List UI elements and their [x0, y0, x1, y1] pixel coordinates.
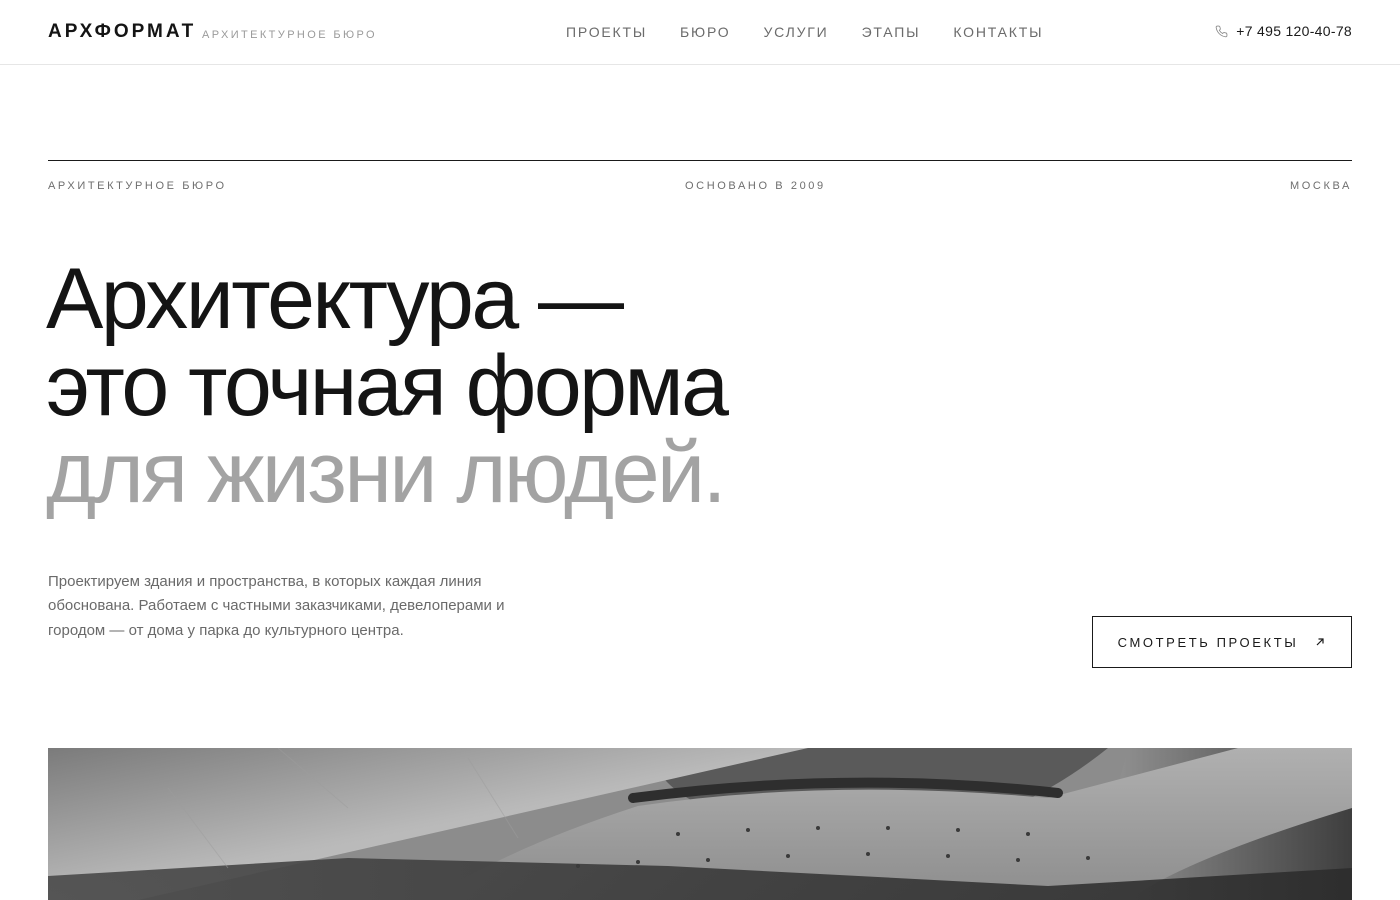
nav-item-projects[interactable]: ПРОЕКТЫ — [566, 24, 647, 40]
nav-item-stages[interactable]: ЭТАПЫ — [862, 24, 921, 40]
phone-number: +7 495 120-40-78 — [1236, 23, 1352, 39]
headline-line-3: для жизни людей. — [46, 425, 726, 521]
headline-line-2: это точная форма — [46, 338, 729, 434]
meta-city: МОСКВА — [1290, 180, 1352, 192]
meta-bureau: АРХИТЕКТУРНОЕ БЮРО — [48, 180, 227, 192]
nav-item-contacts[interactable]: КОНТАКТЫ — [953, 24, 1043, 40]
site-header: АРХФОРМАТ АРХИТЕКТУРНОЕ БЮРО ПРОЕКТЫ БЮР… — [0, 0, 1400, 65]
headline-line-1: Архитектура — — [46, 251, 624, 347]
phone-link[interactable]: +7 495 120-40-78 — [1215, 23, 1352, 39]
hero-headline: Архитектура — это точная форма для жизни… — [46, 251, 729, 521]
logo-subtitle: АРХИТЕКТУРНОЕ БЮРО — [202, 29, 378, 41]
arrow-up-right-icon — [1314, 636, 1326, 648]
main-nav: ПРОЕКТЫ БЮРО УСЛУГИ ЭТАПЫ КОНТАКТЫ — [566, 24, 1043, 40]
hero-image — [48, 748, 1352, 900]
logo[interactable]: АРХФОРМАТ — [48, 21, 196, 43]
hero-description: Проектируем здания и пространства, в кот… — [48, 573, 505, 639]
meta-founded: ОСНОВАНО В 2009 — [685, 180, 826, 192]
nav-item-services[interactable]: УСЛУГИ — [763, 24, 828, 40]
phone-icon — [1215, 25, 1228, 38]
nav-item-bureau[interactable]: БЮРО — [680, 24, 730, 40]
divider-line — [48, 160, 1352, 161]
view-projects-label: СМОТРЕТЬ ПРОЕКТЫ — [1117, 634, 1299, 650]
view-projects-button[interactable]: СМОТРЕТЬ ПРОЕКТЫ — [1092, 616, 1352, 668]
